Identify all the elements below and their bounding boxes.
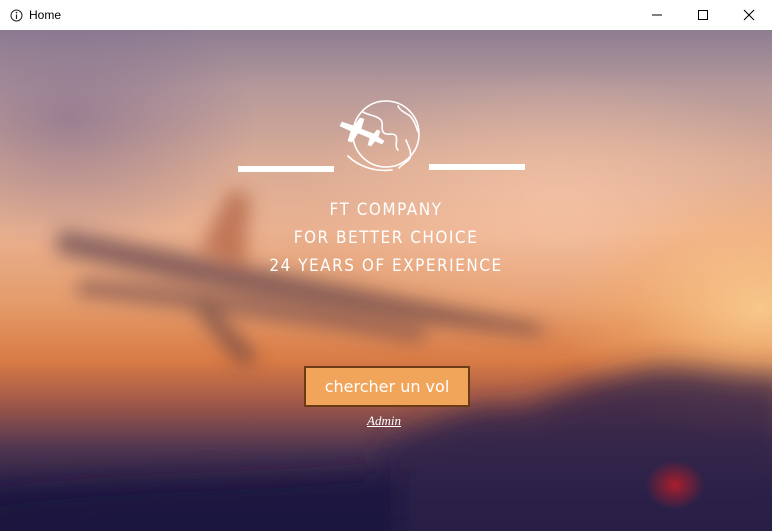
- decor-line-right: [429, 164, 525, 170]
- title-bar[interactable]: Home: [0, 0, 772, 30]
- minimize-button[interactable]: [634, 0, 680, 30]
- slogan: FOR BETTER CHOICE: [293, 228, 479, 248]
- maximize-icon: [698, 10, 708, 20]
- company-name: FT COMPANY: [329, 200, 443, 220]
- decor-line-left: [238, 166, 334, 172]
- experience-text: 24 YEARS OF EXPERIENCE: [269, 256, 503, 276]
- window-title: Home: [29, 8, 62, 22]
- close-button[interactable]: [726, 0, 772, 30]
- window-controls: [634, 0, 772, 30]
- search-flight-button[interactable]: chercher un vol: [304, 366, 470, 407]
- admin-link[interactable]: Admin: [344, 413, 424, 429]
- minimize-icon: [652, 14, 662, 16]
- maximize-button[interactable]: [680, 0, 726, 30]
- globe-plane-icon: [339, 100, 420, 172]
- app-info-icon: [9, 8, 23, 22]
- close-icon: [743, 9, 755, 21]
- red-light: [645, 460, 705, 510]
- app-window: Home FT COMPANY FOR BETTER CHOICE 24 YEA…: [0, 0, 772, 531]
